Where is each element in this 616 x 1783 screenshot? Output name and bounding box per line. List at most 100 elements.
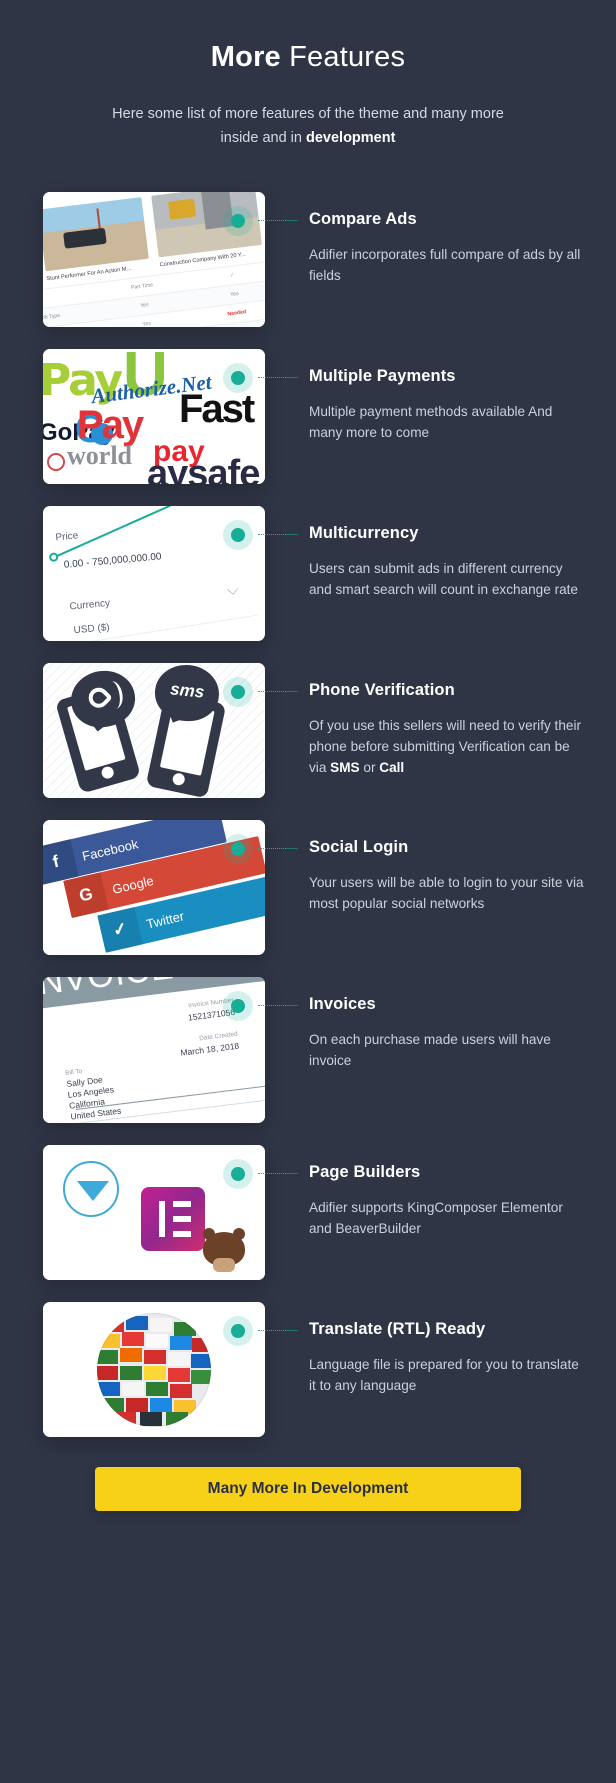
price-range-value: 0.00 - 750,000,000.00	[63, 551, 162, 571]
ad-thumbnail-1	[43, 197, 149, 272]
feature-item-multicurrency: Price 0.00 - 750,000,000.00 Currency USD…	[0, 506, 616, 641]
feature-description: Users can submit ads in different curren…	[309, 561, 578, 597]
marker-dot-core	[231, 528, 245, 542]
marker-dot-core	[231, 842, 245, 856]
sms-label: sms	[169, 679, 206, 702]
elementor-bar	[159, 1201, 165, 1237]
connector-line-dotted	[258, 1330, 286, 1331]
google-icon: G	[63, 872, 109, 919]
feature-card-multicurrency[interactable]: Price 0.00 - 750,000,000.00 Currency USD…	[43, 506, 265, 641]
feature-card-page-builders[interactable]	[43, 1145, 265, 1280]
elementor-line-1	[173, 1201, 191, 1207]
feature-description: Adifier incorporates full compare of ads…	[309, 247, 581, 283]
connector-line-solid	[286, 1330, 298, 1331]
currency-label: Currency	[69, 597, 111, 613]
row-label: Job Type	[43, 312, 61, 322]
feature-item-compare-ads: Stunt Performer For An Action M... Const…	[0, 192, 616, 327]
more-features-page: More Features Here some list of more fea…	[0, 0, 616, 1783]
feature-title: Social Login	[309, 838, 409, 856]
logo-paysafe: aysafe	[147, 453, 260, 484]
feature-text-invoices: Invoices On each purchase made users wil…	[265, 977, 586, 1071]
invoice-date-value: March 18, 2018	[179, 1040, 240, 1058]
feature-item-invoices: INVOICE Invoice Number 1521371056 Date C…	[0, 977, 616, 1123]
invoice-billto-group: Bill To Sally Doe Los Angeles California…	[65, 1064, 122, 1123]
page-subtitle-line1: Here some list of more features of the t…	[112, 106, 504, 122]
twitter-icon: ✓	[97, 907, 143, 953]
connector-line-dotted	[258, 377, 286, 378]
marker-dot-icon	[223, 1316, 253, 1346]
cta-container: Many More In Development	[0, 1467, 616, 1511]
feature-card-phone-verification[interactable]: sms	[43, 663, 265, 798]
connector-line-dotted	[258, 1005, 286, 1006]
beaver-ear-left	[203, 1228, 215, 1240]
marker-dot-core	[231, 999, 245, 1013]
feature-title: Translate (RTL) Ready	[309, 1320, 486, 1338]
connector-line-dotted	[258, 534, 286, 535]
connector-line-dotted	[258, 848, 286, 849]
feature-item-translate-rtl: Translate (RTL) Ready Language file is p…	[0, 1302, 616, 1437]
marker-dot-icon	[223, 1159, 253, 1189]
page-title-bold: More	[210, 41, 281, 73]
feature-card-social-login[interactable]: f Facebook G Google ✓ Twitter	[43, 820, 265, 955]
beaver-ear-right	[233, 1228, 245, 1240]
feature-title: Phone Verification	[309, 681, 455, 699]
marker-dot-icon	[223, 520, 253, 550]
page-title-rest: Features	[280, 41, 406, 73]
feature-title: Compare Ads	[309, 210, 417, 228]
marker-dot-icon	[223, 834, 253, 864]
marker-dot-core	[231, 685, 245, 699]
row-value-1: Yes	[142, 320, 152, 327]
connector-line-solid	[286, 220, 298, 221]
row-label	[43, 289, 97, 302]
marker-dot-icon	[223, 991, 253, 1021]
kingcomposer-icon	[63, 1161, 119, 1217]
feature-text-page-builders: Page Builders Adifier supports KingCompo…	[265, 1145, 586, 1239]
feature-description: Multiple payment methods available And m…	[309, 404, 553, 440]
signal-wave-icon	[102, 679, 125, 711]
logo-payfast: Fast	[179, 387, 255, 431]
marker-dot-icon	[223, 677, 253, 707]
beaverbuilder-icon	[203, 1228, 245, 1272]
desc-part-mid: or	[359, 760, 380, 775]
feature-item-multiple-payments: Pay U Authorize.Net Fast GoPay G Pay wor…	[0, 349, 616, 484]
page-subtitle-bold: development	[306, 130, 396, 146]
page-title: More Features	[50, 38, 566, 76]
feature-card-compare-ads[interactable]: Stunt Performer For An Action M... Const…	[43, 192, 265, 327]
social-label-twitter: Twitter	[144, 907, 186, 932]
connector-line-dotted	[258, 220, 286, 221]
feature-title: Multiple Payments	[309, 367, 456, 385]
many-more-in-development-button[interactable]: Many More In Development	[95, 1467, 521, 1511]
connector-line-dotted	[258, 1173, 286, 1174]
desc-bold-sms: SMS	[330, 760, 360, 775]
feature-text-phone-verification: Phone Verification Of you use this selle…	[265, 663, 586, 778]
connector-line-solid	[286, 691, 298, 692]
marker-dot-core	[231, 214, 245, 228]
desc-bold-call: Call	[379, 760, 405, 775]
feature-item-page-builders: Page Builders Adifier supports KingCompo…	[0, 1145, 616, 1280]
currency-value: USD ($)	[73, 622, 111, 637]
connector-line-solid	[286, 534, 298, 535]
feature-text-multiple-payments: Multiple Payments Multiple payment metho…	[265, 349, 586, 443]
feature-description: Of you use this sellers will need to ver…	[309, 715, 586, 778]
feature-description: Adifier supports KingComposer Elementor …	[309, 1200, 563, 1236]
feature-title: Invoices	[309, 995, 376, 1013]
feature-title: Page Builders	[309, 1163, 421, 1181]
feature-description: Your users will be able to login to your…	[309, 875, 584, 911]
feature-card-invoices[interactable]: INVOICE Invoice Number 1521371056 Date C…	[43, 977, 265, 1123]
feature-item-social-login: f Facebook G Google ✓ Twitter Social Log…	[0, 820, 616, 955]
chevron-down-icon	[227, 583, 239, 595]
invoice-billto-value: Sally Doe Los Angeles California United …	[65, 1074, 122, 1122]
price-range-handle[interactable]	[48, 552, 59, 563]
logo-worldpay-globe-icon	[47, 453, 65, 471]
marker-dot-icon	[223, 363, 253, 393]
features-list: Stunt Performer For An Action M... Const…	[0, 192, 616, 1437]
feature-card-translate-rtl[interactable]	[43, 1302, 265, 1437]
connector-line-solid	[286, 1005, 298, 1006]
feature-text-social-login: Social Login Your users will be able to …	[265, 820, 586, 914]
page-header: More Features Here some list of more fea…	[0, 0, 616, 150]
feature-card-multiple-payments[interactable]: Pay U Authorize.Net Fast GoPay G Pay wor…	[43, 349, 265, 484]
marker-dot-core	[231, 1324, 245, 1338]
feature-item-phone-verification: sms Phone Verification Of you use this s…	[0, 663, 616, 798]
elementor-line-3	[173, 1231, 191, 1237]
feature-description: Language file is prepared for you to tra…	[309, 1357, 579, 1393]
